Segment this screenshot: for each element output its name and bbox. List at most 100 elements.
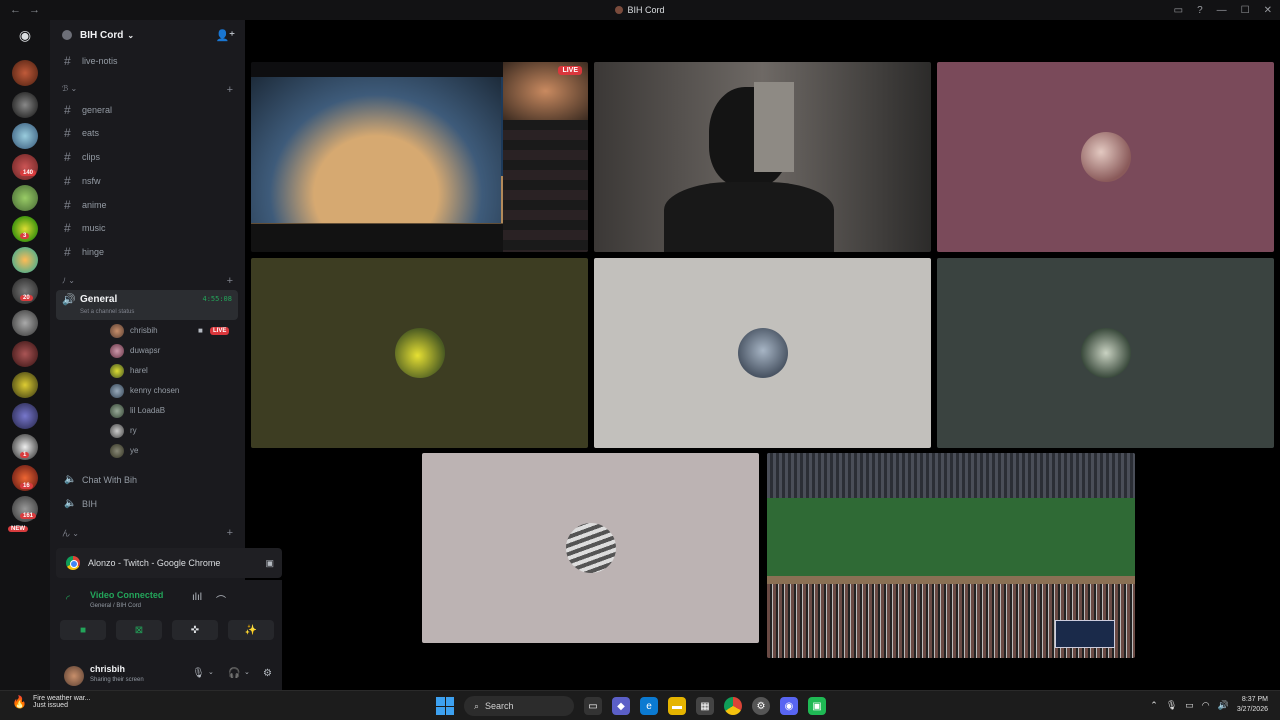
add-channel-icon[interactable]: + (227, 275, 233, 287)
voice-user[interactable]: ye (110, 443, 138, 458)
chevron-down-icon[interactable]: ⌄ (244, 668, 250, 676)
channel-status[interactable]: Set a channel status (80, 309, 134, 315)
clock[interactable]: 8:37 PM 3/27/2026 (1237, 695, 1268, 715)
voice-user[interactable]: lil LoadaB (110, 403, 165, 418)
channel-eats[interactable]: # eats (64, 126, 99, 140)
voice-user[interactable]: kenny chosen (110, 383, 179, 398)
server-name: BIH Cord (80, 29, 124, 41)
channel-clips[interactable]: # clips (64, 150, 100, 164)
edge-icon[interactable]: e (640, 697, 658, 715)
voice-user[interactable]: harel (110, 363, 148, 378)
date: 3/27/2026 (1236, 706, 1268, 713)
avatar (110, 403, 124, 418)
channel-nsfw[interactable]: # nsfw (64, 174, 101, 188)
avatar[interactable] (64, 666, 84, 686)
channel-anime[interactable]: # anime (64, 198, 107, 212)
inbox-icon[interactable]: ▭ (1174, 5, 1183, 16)
copilot-icon[interactable]: ◆ (612, 697, 630, 715)
title-bar: ← → BIH Cord ▭ ? — ☐ ✕ (0, 0, 1280, 20)
close-icon[interactable]: ✕ (1264, 5, 1272, 16)
gear-icon[interactable]: ⚙ (263, 668, 272, 679)
server-icon-4[interactable] (12, 154, 38, 180)
live-badge: LIVE (210, 327, 230, 335)
file-explorer-icon[interactable]: ▬ (668, 697, 686, 715)
server-icon-5[interactable] (12, 185, 38, 211)
help-icon[interactable]: ? (1197, 5, 1203, 16)
taskbar-search[interactable]: ⌕ Search (464, 696, 574, 716)
spotify-icon[interactable]: ▣ (808, 697, 826, 715)
soundboard-button[interactable]: ✨ (228, 620, 274, 640)
voice-tile[interactable] (937, 258, 1274, 448)
stream-tile-baseball[interactable] (767, 453, 1135, 658)
avatar (1080, 328, 1131, 378)
voice-tile[interactable] (422, 453, 759, 643)
server-icon-12[interactable] (12, 403, 38, 429)
server-icon-11[interactable] (12, 372, 38, 398)
stop-share-icon[interactable]: ▣ (265, 558, 274, 569)
avatar (110, 323, 124, 338)
stadium-stands (767, 453, 1135, 499)
connection-location[interactable]: General / BIH Cord (90, 603, 141, 609)
voice-channel-bih[interactable]: 🔈 BIH (64, 498, 97, 509)
activities-icon: ✜ (190, 624, 200, 636)
microphone-icon[interactable]: 🎙 (192, 668, 205, 679)
channel-music[interactable]: # music (64, 221, 106, 235)
start-button[interactable] (436, 697, 454, 715)
voice-tile[interactable] (251, 258, 588, 448)
maximize-icon[interactable]: ☐ (1241, 5, 1250, 16)
share-screen-button[interactable]: ⊠ (116, 620, 162, 640)
microphone-icon[interactable]: 🎙 (1166, 700, 1177, 711)
invite-people-icon[interactable]: 👤⁺ (215, 29, 235, 42)
voice-tile[interactable] (594, 258, 931, 448)
headphones-icon[interactable]: 🎧 (228, 668, 240, 679)
avatar (110, 443, 124, 458)
camera-button[interactable]: ■ (60, 620, 106, 640)
display-icon[interactable]: ▭ (1185, 700, 1194, 711)
voice-channel-chat-with-bih[interactable]: 🔈 Chat With Bih (64, 474, 137, 485)
category-header[interactable]: ℬ ⌄ (62, 84, 77, 93)
channel-label: live-notis (82, 56, 118, 66)
channel-live-notis[interactable]: # live-notis (64, 54, 118, 68)
chrome-icon[interactable] (724, 697, 742, 715)
server-icon-9[interactable] (12, 310, 38, 336)
minimize-icon[interactable]: — (1217, 5, 1227, 16)
disconnect-icon[interactable]: ⌒ (216, 592, 226, 607)
server-header[interactable]: BIH Cord ⌄ 👤⁺ (50, 20, 245, 50)
chevron-up-icon[interactable]: ⌃ (1150, 700, 1158, 711)
store-icon[interactable]: ▦ (696, 697, 714, 715)
weather-widget[interactable]: 🔥 Fire weather war... Just issued (12, 695, 91, 709)
server-icon-7[interactable] (12, 247, 38, 273)
server-rail: ◉ 140 3 20 1 16 161 NEW (0, 20, 50, 690)
activities-button[interactable]: ✜ (172, 620, 218, 640)
noise-suppression-icon[interactable]: ılıl (192, 592, 202, 603)
voice-channel-general[interactable]: 🔊 General 4:55:08 Set a channel status (56, 290, 238, 320)
connection-status[interactable]: Video Connected (90, 590, 163, 600)
add-channel-icon[interactable]: + (227, 527, 233, 539)
chevron-down-icon[interactable]: ⌄ (208, 668, 214, 676)
discord-home-icon[interactable]: ◉ (12, 25, 38, 45)
user-name[interactable]: chrisbih (90, 664, 125, 674)
screen-share-panel[interactable]: Alonzo - Twitch - Google Chrome ▣ (56, 548, 282, 578)
stream-tile-chrisbih[interactable]: LIVE (251, 62, 588, 252)
volume-icon[interactable]: 🔊 (1218, 700, 1229, 711)
wifi-icon[interactable]: ◠ (1202, 700, 1210, 711)
server-icon-10[interactable] (12, 341, 38, 367)
camera-tile[interactable] (594, 62, 931, 252)
app-icon[interactable]: ⚙ (752, 697, 770, 715)
voice-tile[interactable] (937, 62, 1274, 252)
voice-user[interactable]: chrisbih (110, 323, 158, 338)
category-header[interactable]: ﾉ ⌄ (62, 275, 75, 286)
server-icon-3[interactable] (12, 123, 38, 149)
server-icon-2[interactable] (12, 92, 38, 118)
channel-hinge[interactable]: # hinge (64, 245, 104, 259)
discord-icon[interactable]: ◉ (780, 697, 798, 715)
server-icon-1[interactable] (12, 60, 38, 86)
category-header[interactable]: ん ⌄ (62, 528, 79, 539)
voice-user[interactable]: duwapsr (110, 343, 160, 358)
add-channel-icon[interactable]: + (227, 84, 233, 96)
channel-general[interactable]: # general (64, 103, 112, 117)
search-label: Search (485, 701, 514, 711)
task-view-icon[interactable]: ▭ (584, 697, 602, 715)
avatar (110, 363, 124, 378)
voice-user[interactable]: ry (110, 423, 137, 438)
